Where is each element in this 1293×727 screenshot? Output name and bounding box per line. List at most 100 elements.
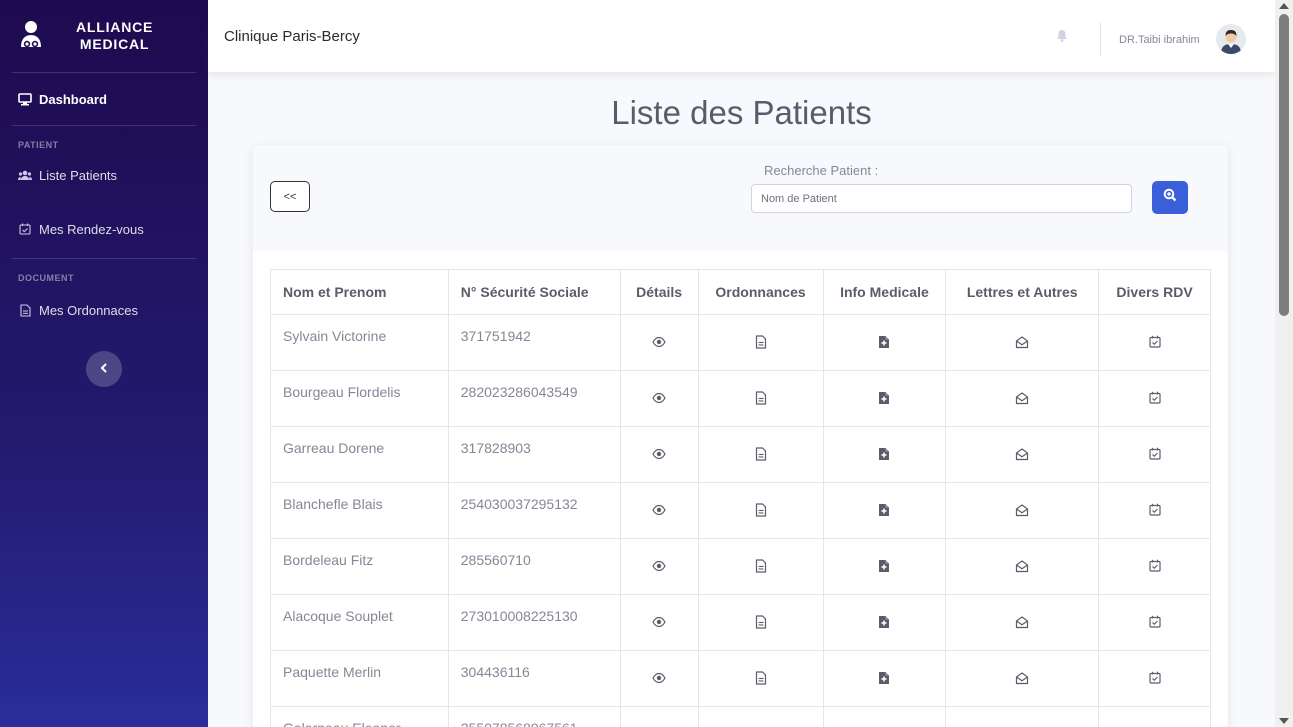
eye-icon[interactable] [652, 671, 666, 685]
search-plus-icon [1163, 188, 1177, 207]
table-row[interactable]: Garreau Dorene 317828903 [270, 426, 1211, 483]
scroll-down-arrow[interactable] [1279, 718, 1289, 724]
file-icon[interactable] [754, 335, 768, 349]
sidebar-item-liste-patients[interactable]: Liste Patients [0, 154, 208, 196]
calendar-check-icon [18, 222, 32, 236]
calendar-check-icon[interactable] [1148, 335, 1162, 349]
eye-icon[interactable] [652, 447, 666, 461]
column-header-ordonnances[interactable]: Ordonnances [697, 269, 824, 315]
file-medical-icon[interactable] [877, 615, 891, 629]
sidebar-item-label: Dashboard [39, 91, 107, 107]
scroll-thumb[interactable] [1279, 14, 1289, 316]
patient-ssn: 254030037295132 [447, 482, 621, 539]
section-heading-document: DOCUMENT [18, 273, 74, 283]
eye-icon[interactable] [652, 335, 666, 349]
patients-table: Nom et Prenom N° Sécurité Sociale Détail… [270, 269, 1211, 727]
envelope-open-icon[interactable] [1015, 335, 1029, 349]
calendar-check-icon[interactable] [1148, 559, 1162, 573]
envelope-open-icon[interactable] [1015, 391, 1029, 405]
file-icon[interactable] [754, 391, 768, 405]
column-header-info-medicale[interactable]: Info Medicale [822, 269, 947, 315]
sidebar-item-rendez-vous[interactable]: Mes Rendez-vous [0, 200, 208, 258]
patient-ssn: 255078568967561 [447, 706, 621, 727]
bell-icon[interactable] [1056, 29, 1068, 42]
calendar-check-icon[interactable] [1148, 671, 1162, 685]
eye-icon[interactable] [652, 391, 666, 405]
search-button[interactable] [1152, 181, 1188, 214]
patient-name[interactable]: Sylvain Victorine [270, 314, 449, 371]
sidebar: ALLIANCE MEDICAL Dashboard PATIENT Liste… [0, 0, 208, 727]
calendar-check-icon[interactable] [1148, 503, 1162, 517]
search-input[interactable] [751, 184, 1132, 213]
topbar: Clinique Paris-Bercy DR.Taibi ibrahim [208, 0, 1275, 72]
column-header-lettres[interactable]: Lettres et Autres [945, 269, 1100, 315]
sidebar-item-ordonnances[interactable]: Mes Ordonnaces [0, 287, 208, 333]
table-row[interactable]: Paquette Merlin 304436116 [270, 650, 1211, 707]
file-icon[interactable] [754, 615, 768, 629]
envelope-open-icon[interactable] [1015, 671, 1029, 685]
file-medical-icon[interactable] [877, 503, 891, 517]
file-medical-icon[interactable] [877, 559, 891, 573]
patient-ssn: 317828903 [447, 426, 621, 483]
file-icon[interactable] [754, 447, 768, 461]
table-header-row: Nom et Prenom N° Sécurité Sociale Détail… [270, 269, 1211, 315]
file-icon[interactable] [754, 671, 768, 685]
brand[interactable]: ALLIANCE MEDICAL [0, 0, 208, 72]
table-row[interactable]: Bourgeau Flordelis 282023286043549 [270, 370, 1211, 427]
envelope-open-icon[interactable] [1015, 615, 1029, 629]
patient-name[interactable]: Blanchefle Blais [270, 482, 449, 539]
sidebar-item-label: Liste Patients [39, 167, 118, 183]
patient-ssn: 304436116 [447, 650, 621, 707]
brand-line2: MEDICAL [79, 36, 150, 52]
patient-name[interactable]: Galarneau Eleanor [270, 706, 449, 727]
envelope-open-icon[interactable] [1015, 503, 1029, 517]
sidebar-item-dashboard[interactable]: Dashboard [0, 73, 208, 125]
users-icon [18, 168, 32, 182]
eye-icon[interactable] [652, 559, 666, 573]
envelope-open-icon[interactable] [1015, 559, 1029, 573]
file-medical-icon[interactable] [877, 391, 891, 405]
patient-name[interactable]: Bourgeau Flordelis [270, 370, 449, 427]
envelope-open-icon[interactable] [1015, 447, 1029, 461]
column-header-divers-rdv[interactable]: Divers RDV [1098, 269, 1211, 315]
patient-name[interactable]: Alacoque Souplet [270, 594, 449, 651]
column-header-ssn[interactable]: N° Sécurité Sociale [447, 269, 621, 315]
calendar-check-icon[interactable] [1148, 391, 1162, 405]
scrollbar[interactable] [1275, 0, 1293, 727]
scroll-up-arrow[interactable] [1279, 3, 1289, 9]
patient-name[interactable]: Paquette Merlin [270, 650, 449, 707]
column-header-details[interactable]: Détails [619, 269, 699, 315]
table-row[interactable]: Blanchefle Blais 254030037295132 [270, 482, 1211, 539]
eye-icon[interactable] [652, 615, 666, 629]
column-header-nom[interactable]: Nom et Prenom [270, 269, 449, 315]
calendar-check-icon[interactable] [1148, 615, 1162, 629]
table-row[interactable]: Bordeleau Fitz 285560710 [270, 538, 1211, 595]
patient-ssn: 273010008225130 [447, 594, 621, 651]
calendar-check-icon[interactable] [1148, 447, 1162, 461]
avatar[interactable] [1216, 24, 1246, 54]
table-row[interactable]: Alacoque Souplet 273010008225130 [270, 594, 1211, 651]
clinic-name: Clinique Paris-Bercy [224, 27, 360, 45]
file-icon[interactable] [754, 503, 768, 517]
section-heading-patient: PATIENT [18, 140, 59, 150]
file-medical-icon[interactable] [877, 447, 891, 461]
patient-name[interactable]: Bordeleau Fitz [270, 538, 449, 595]
user-name[interactable]: DR.Taibi ibrahim [1119, 34, 1200, 46]
patient-ssn: 282023286043549 [447, 370, 621, 427]
desktop-icon [18, 92, 32, 106]
sidebar-item-label: Mes Ordonnaces [39, 302, 138, 318]
eye-icon[interactable] [652, 503, 666, 517]
page-title: Liste des Patients [611, 94, 872, 131]
file-icon[interactable] [754, 559, 768, 573]
sidebar-item-label: Mes Rendez-vous [39, 221, 144, 237]
file-medical-icon[interactable] [877, 671, 891, 685]
file-medical-icon[interactable] [877, 335, 891, 349]
back-button[interactable]: << [270, 181, 310, 212]
file-icon [18, 303, 32, 317]
table-row[interactable]: Sylvain Victorine 371751942 [270, 314, 1211, 371]
brand-line1: ALLIANCE [76, 19, 154, 35]
patient-name[interactable]: Garreau Dorene [270, 426, 449, 483]
sidebar-toggle-button[interactable] [86, 351, 122, 387]
doctor-icon [20, 21, 46, 51]
table-row[interactable]: Galarneau Eleanor255078568967561 [270, 706, 1211, 727]
